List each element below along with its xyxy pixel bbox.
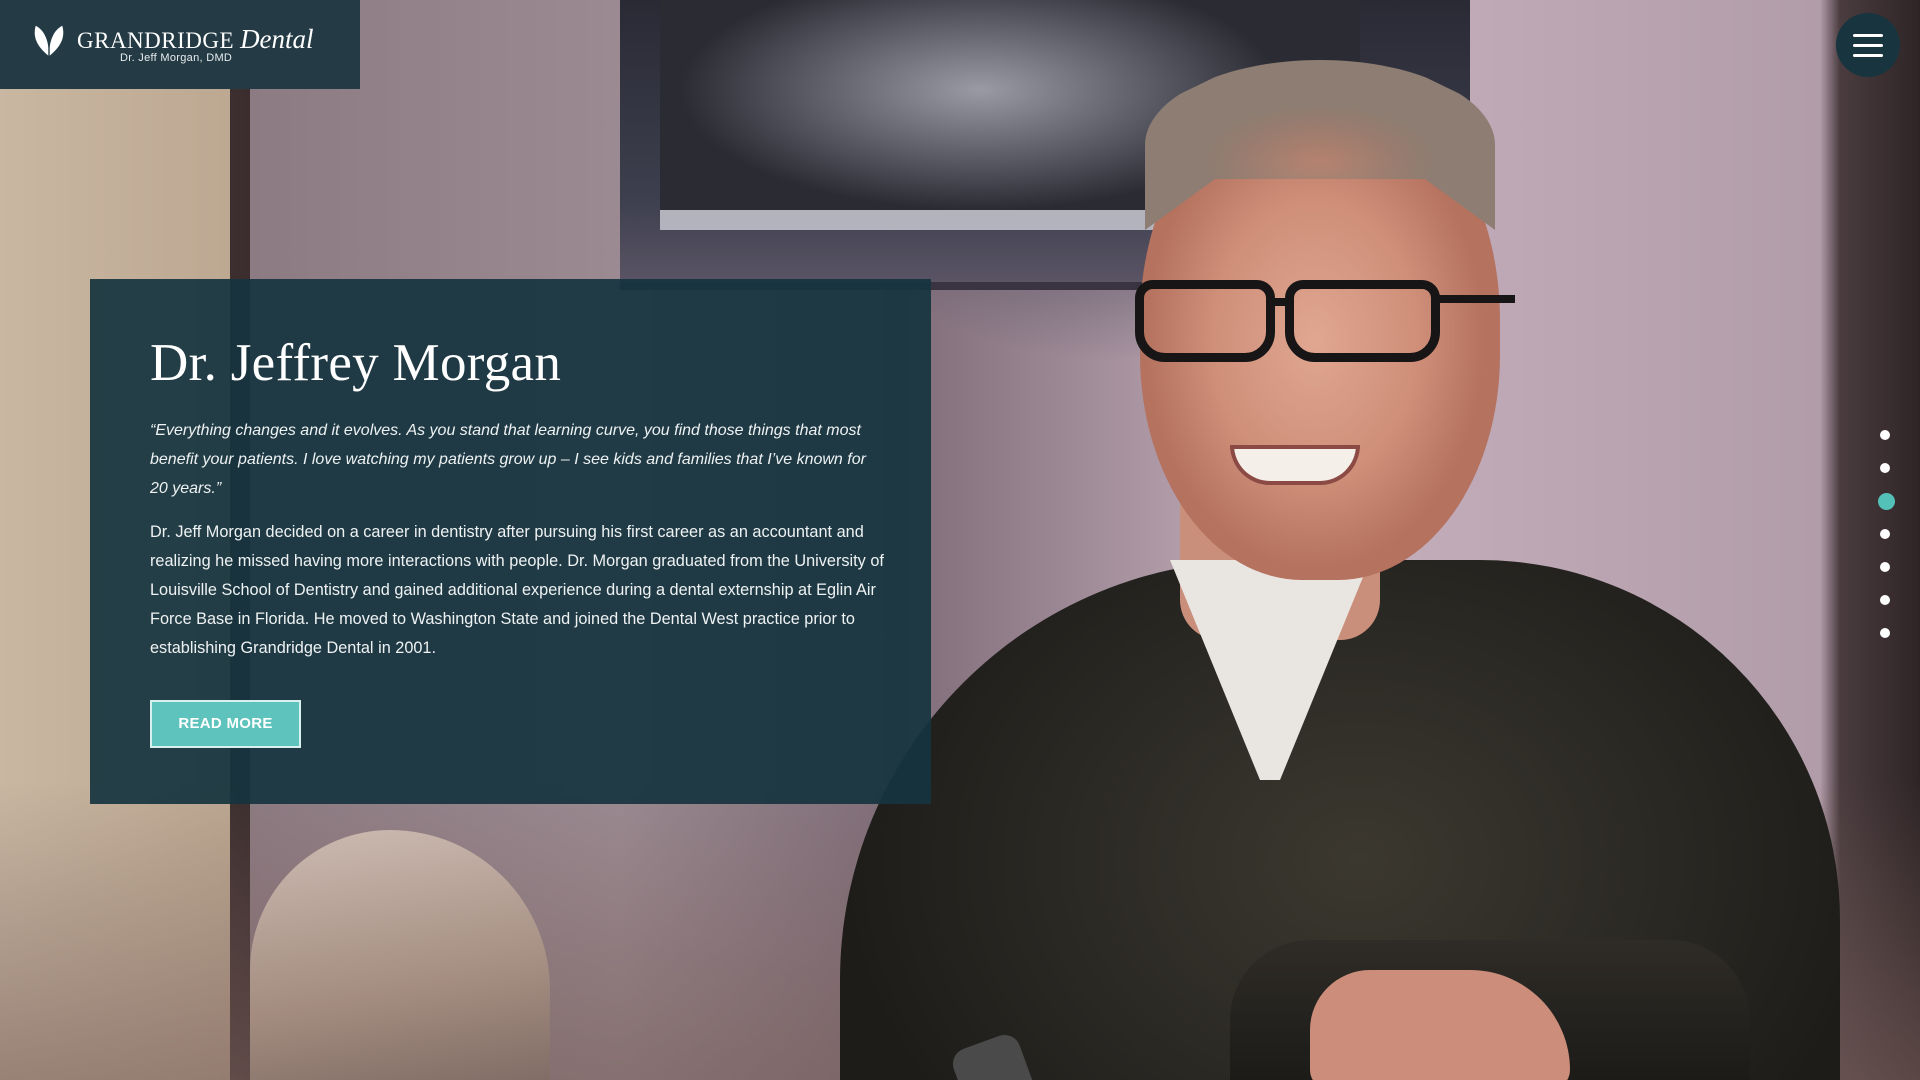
- section-dot-7[interactable]: [1880, 628, 1890, 638]
- section-dot-2[interactable]: [1880, 463, 1890, 473]
- dentist-portrait-photo: [840, 40, 1850, 1080]
- logo-script-text: Dental: [240, 24, 314, 54]
- section-dot-nav: [1878, 430, 1895, 661]
- section-dot-3-active[interactable]: [1878, 493, 1895, 510]
- site-logo[interactable]: GRANDRIDGE Dental Dr. Jeff Morgan, DMD: [0, 0, 360, 89]
- section-dot-4[interactable]: [1880, 529, 1890, 539]
- leaf-icon: [34, 25, 64, 57]
- section-dot-6[interactable]: [1880, 595, 1890, 605]
- read-more-button[interactable]: READ MORE: [150, 700, 301, 749]
- logo-wordmark: GRANDRIDGE Dental: [77, 24, 314, 55]
- logo-brand-text: GRANDRIDGE: [77, 28, 235, 53]
- profile-name-heading: Dr. Jeffrey Morgan: [150, 334, 562, 392]
- hamburger-menu-icon[interactable]: [1836, 13, 1900, 77]
- profile-bio: Dr. Jeff Morgan decided on a career in d…: [150, 523, 884, 658]
- section-dot-5[interactable]: [1880, 562, 1890, 572]
- profile-quote: “Everything changes and it evolves. As y…: [150, 422, 866, 498]
- section-dot-1[interactable]: [1880, 430, 1890, 440]
- profile-card: Dr. Jeffrey Morgan “Everything changes a…: [90, 279, 931, 804]
- logo-subtitle: Dr. Jeff Morgan, DMD: [120, 52, 233, 64]
